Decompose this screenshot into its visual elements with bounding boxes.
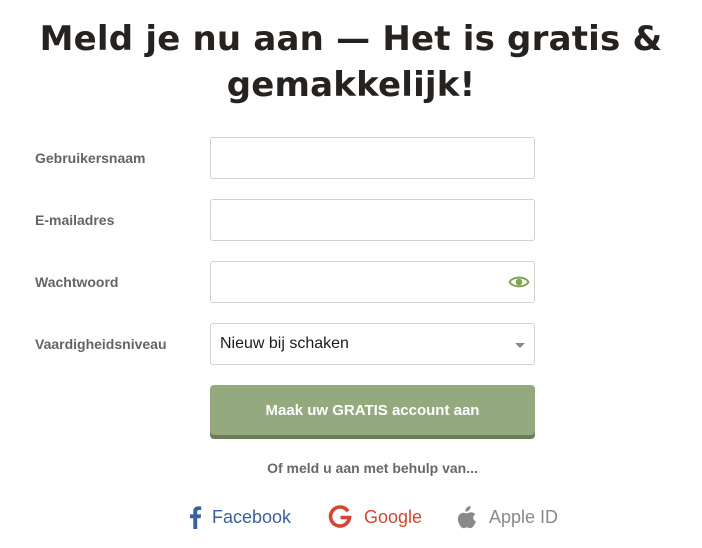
email-row: E-mailadres: [0, 199, 702, 241]
apple-label: Apple ID: [489, 507, 559, 527]
page-title: Meld je nu aan — Het is gratis & gemakke…: [39, 19, 663, 105]
password-input[interactable]: [211, 262, 511, 302]
skill-label: Vaardigheidsniveau: [35, 336, 167, 352]
password-label: Wachtwoord: [35, 274, 119, 290]
skill-select-value: Nieuw bij schaken: [220, 335, 349, 352]
password-row: Wachtwoord: [0, 261, 702, 303]
email-label: E-mailadres: [35, 212, 115, 228]
username-field-box: [210, 137, 535, 179]
skill-row: Vaardigheidsniveau Nieuw bij schaken: [0, 323, 702, 365]
username-input[interactable]: [211, 138, 511, 178]
email-field-box: [210, 199, 535, 241]
eye-icon[interactable]: [508, 273, 530, 291]
facebook-icon: [188, 505, 202, 529]
google-login-link[interactable]: Google: [328, 503, 422, 531]
signup-page: Meld je nu aan — Het is gratis & gemakke…: [0, 0, 702, 548]
apple-icon: [457, 505, 477, 529]
facebook-label: Facebook: [212, 507, 292, 527]
apple-login-link[interactable]: Apple ID: [457, 503, 558, 531]
username-row: Gebruikersnaam: [0, 137, 702, 179]
password-field-box: [210, 261, 535, 303]
email-input[interactable]: [211, 200, 511, 240]
create-account-button[interactable]: Maak uw GRATIS account aan: [210, 385, 535, 435]
facebook-login-link[interactable]: Facebook: [188, 503, 291, 531]
google-icon: [328, 505, 352, 529]
chevron-down-icon: [515, 343, 525, 348]
skill-select[interactable]: Nieuw bij schaken: [210, 323, 535, 365]
google-label: Google: [364, 507, 423, 527]
social-intro-text: Of meld u aan met behulp van...: [267, 460, 478, 476]
username-label: Gebruikersnaam: [35, 150, 146, 166]
